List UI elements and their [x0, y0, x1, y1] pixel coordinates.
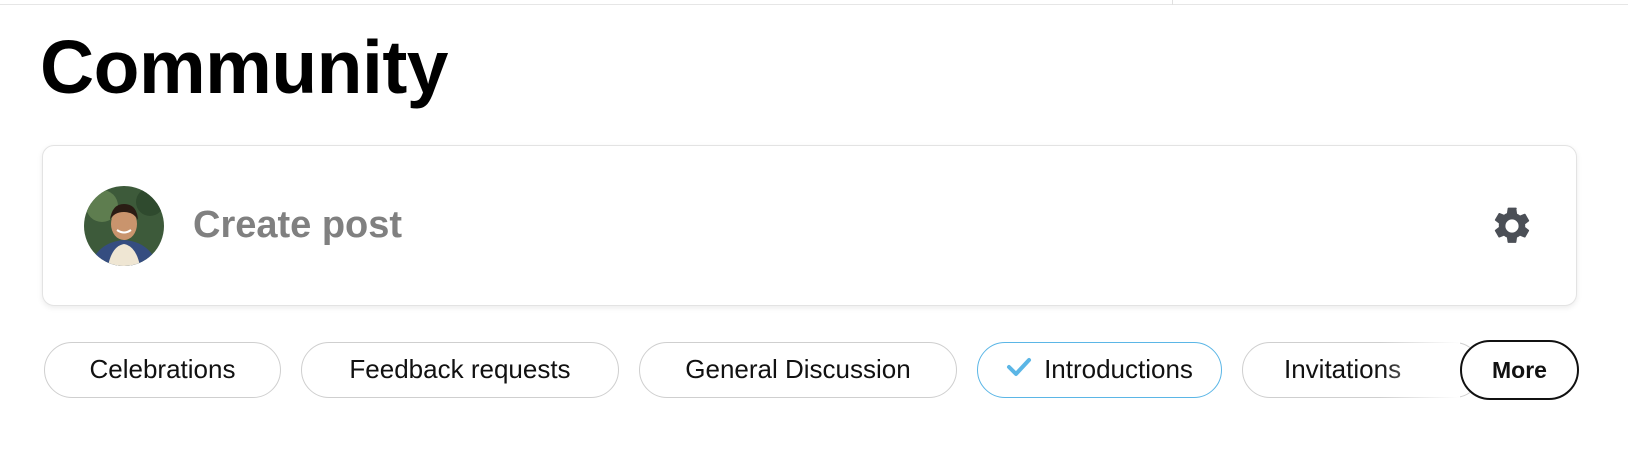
chip-general-discussion[interactable]: General Discussion	[639, 342, 957, 398]
top-border	[0, 4, 1628, 5]
chip-invitations[interactable]: Invitations	[1242, 342, 1482, 398]
page-title: Community	[40, 25, 449, 109]
create-post-card[interactable]: Create post	[42, 145, 1577, 306]
top-divider	[1172, 0, 1173, 5]
avatar[interactable]	[84, 186, 164, 266]
chip-label: Introductions	[1044, 354, 1193, 384]
chip-introductions[interactable]: Introductions	[977, 342, 1222, 398]
chip-label: Invitations	[1284, 354, 1402, 384]
chip-label: Feedback requests	[349, 354, 571, 384]
create-post-input[interactable]: Create post	[193, 202, 402, 248]
gear-icon[interactable]	[1490, 204, 1534, 248]
check-icon	[1006, 343, 1032, 396]
more-button[interactable]: More	[1460, 340, 1579, 400]
chip-label: General Discussion	[685, 354, 911, 384]
chip-feedback-requests[interactable]: Feedback requests	[301, 342, 619, 398]
topic-filter-bar: Celebrations Feedback requests General D…	[44, 342, 1584, 398]
chip-label: Celebrations	[89, 354, 236, 384]
chip-celebrations[interactable]: Celebrations	[44, 342, 281, 398]
